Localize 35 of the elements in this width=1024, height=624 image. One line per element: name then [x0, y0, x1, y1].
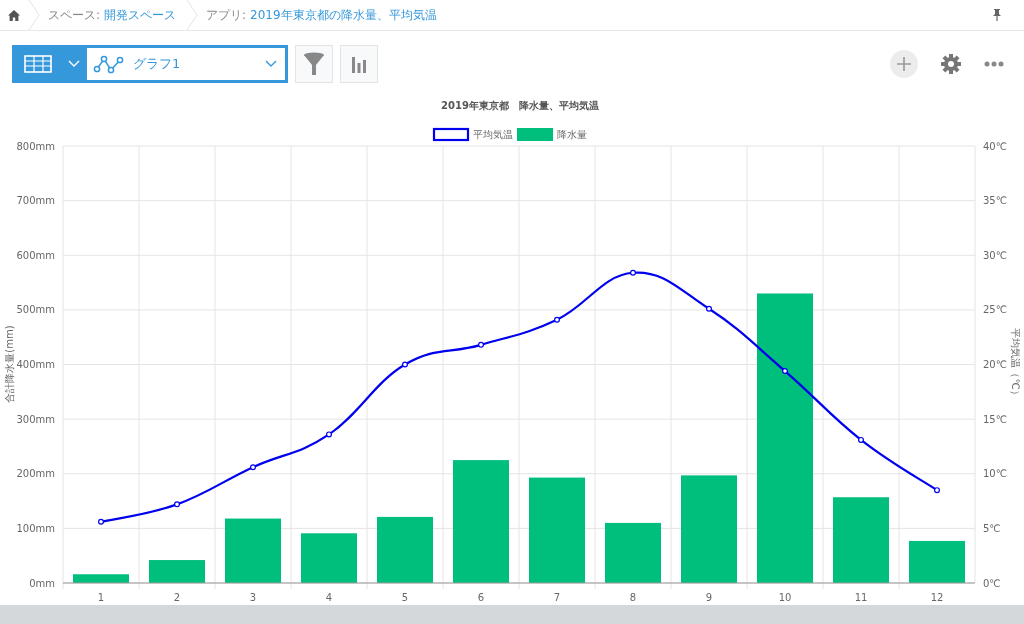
axis-title: 合計降水量(mm) — [4, 325, 15, 403]
axis-tick-label: 4 — [325, 592, 333, 603]
axis-tick-label: 1 — [97, 592, 105, 603]
axis-tick-label: 5 — [401, 592, 409, 603]
axis-tick-label: 12 — [930, 592, 944, 603]
axis-tick-label: 8 — [629, 592, 637, 603]
breadcrumb-label: スペース: — [48, 6, 101, 24]
axis-tick-label: 11 — [854, 592, 868, 603]
axis-tick-label: 600mm — [16, 249, 55, 261]
axis-tick-label: 800mm — [16, 140, 55, 152]
axis-tick-label: 100mm — [16, 522, 55, 534]
axis-tick-label: 9 — [705, 592, 713, 603]
axis-tick-label: 5℃ — [983, 522, 1001, 534]
axis-tick-label: 20℃ — [983, 359, 1007, 370]
axis-tick-label: 500mm — [16, 304, 55, 316]
axis-tick-label: 35℃ — [983, 195, 1007, 207]
axis-tick-label: 2 — [173, 592, 181, 603]
axis-tick-label: 40℃ — [983, 140, 1007, 152]
breadcrumb-label: アプリ: — [206, 6, 247, 24]
chart-title: 2019年東京都 降水量、平均気温 — [441, 100, 599, 111]
axis-title: 平均気温（℃） — [1010, 328, 1021, 400]
axis-tick-label: 7 — [553, 592, 561, 603]
axis-tick-label: 30℃ — [983, 249, 1007, 261]
axis-tick-label: 400mm — [16, 359, 55, 370]
axis-tick-label: 3 — [249, 592, 257, 603]
axis-tick-label: 25℃ — [983, 304, 1007, 316]
axis-tick-label: 300mm — [16, 413, 55, 425]
axis-tick-label: 15℃ — [983, 413, 1007, 425]
axis-tick-label: 700mm — [16, 195, 55, 207]
axis-tick-label: 0mm — [29, 577, 55, 589]
axis-tick-label: 0℃ — [983, 577, 1001, 589]
axis-tick-label: 6 — [477, 592, 485, 603]
axis-tick-label: 10℃ — [983, 468, 1007, 480]
axis-tick-label: 10 — [778, 592, 792, 603]
axis-tick-label: 200mm — [16, 468, 55, 480]
